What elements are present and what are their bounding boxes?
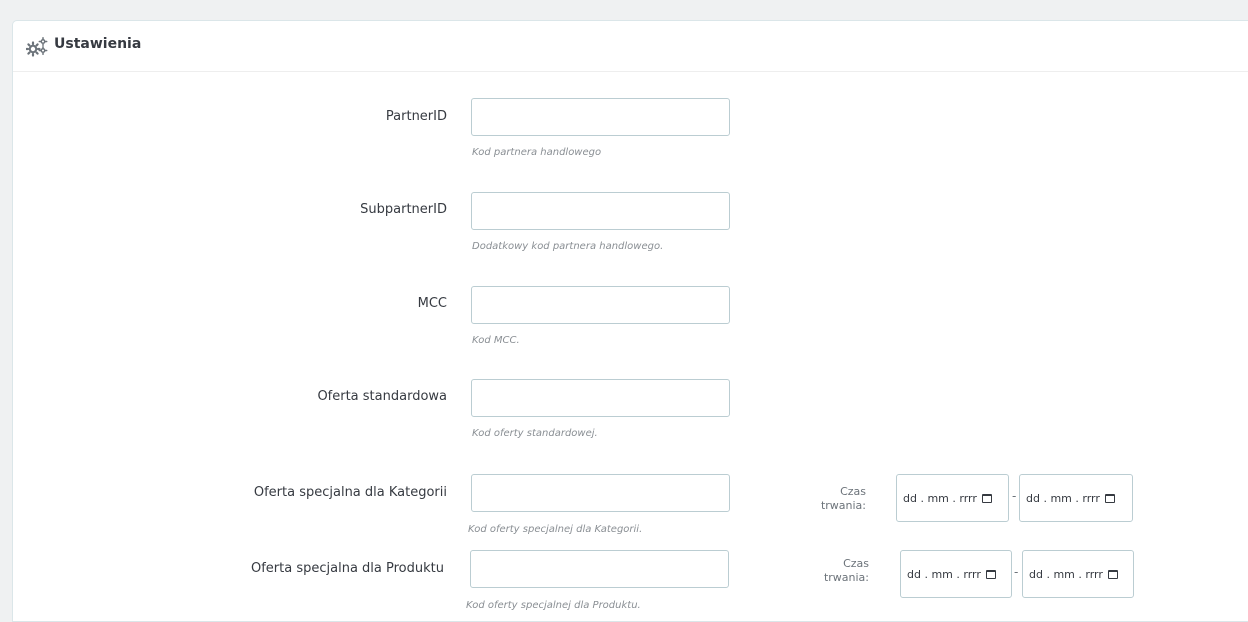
- subpartner-id-help: Dodatkowy kod partnera handlowego.: [472, 241, 664, 252]
- date-range-separator: -: [1014, 565, 1019, 579]
- date-range-separator: -: [1012, 489, 1017, 503]
- product-offer-help: Kod oferty specjalnej dla Produktu.: [466, 600, 641, 611]
- panel-heading: Ustawienia: [13, 21, 1248, 72]
- subpartner-id-label: SubpartnerID: [360, 202, 447, 217]
- standard-offer-label: Oferta standardowa: [317, 389, 447, 404]
- calendar-icon[interactable]: [1107, 569, 1118, 579]
- category-offer-help: Kod oferty specjalnej dla Kategorii.: [468, 524, 643, 535]
- mcc-help: Kod MCC.: [472, 335, 520, 346]
- product-offer-label: Oferta specjalna dla Produktu: [251, 561, 444, 576]
- calendar-icon[interactable]: [981, 493, 992, 503]
- panel-title: Ustawienia: [54, 36, 142, 52]
- category-date-from[interactable]: dd . mm . rrrr: [896, 474, 1009, 522]
- standard-offer-help: Kod oferty standardowej.: [472, 428, 598, 439]
- product-date-to[interactable]: dd . mm . rrrr: [1022, 550, 1134, 598]
- settings-panel: Ustawienia PartnerID Kod partnera handlo…: [12, 20, 1248, 622]
- category-duration-label: Czas trwania:: [820, 485, 866, 512]
- subpartner-id-input[interactable]: [471, 192, 730, 230]
- calendar-icon[interactable]: [985, 569, 996, 579]
- product-date-from[interactable]: dd . mm . rrrr: [900, 550, 1012, 598]
- product-duration-label: Czas trwania:: [823, 557, 869, 584]
- standard-offer-input[interactable]: [471, 379, 730, 417]
- category-offer-input[interactable]: [471, 474, 730, 512]
- cogs-icon: [26, 37, 48, 57]
- partner-id-label: PartnerID: [385, 109, 447, 124]
- category-offer-label: Oferta specjalna dla Kategorii: [253, 485, 447, 500]
- mcc-label: MCC: [417, 296, 447, 311]
- mcc-input[interactable]: [471, 286, 730, 324]
- partner-id-help: Kod partnera handlowego: [472, 147, 602, 158]
- partner-id-input[interactable]: [471, 98, 730, 136]
- calendar-icon[interactable]: [1104, 493, 1115, 503]
- product-offer-input[interactable]: [470, 550, 729, 588]
- category-date-to[interactable]: dd . mm . rrrr: [1019, 474, 1133, 522]
